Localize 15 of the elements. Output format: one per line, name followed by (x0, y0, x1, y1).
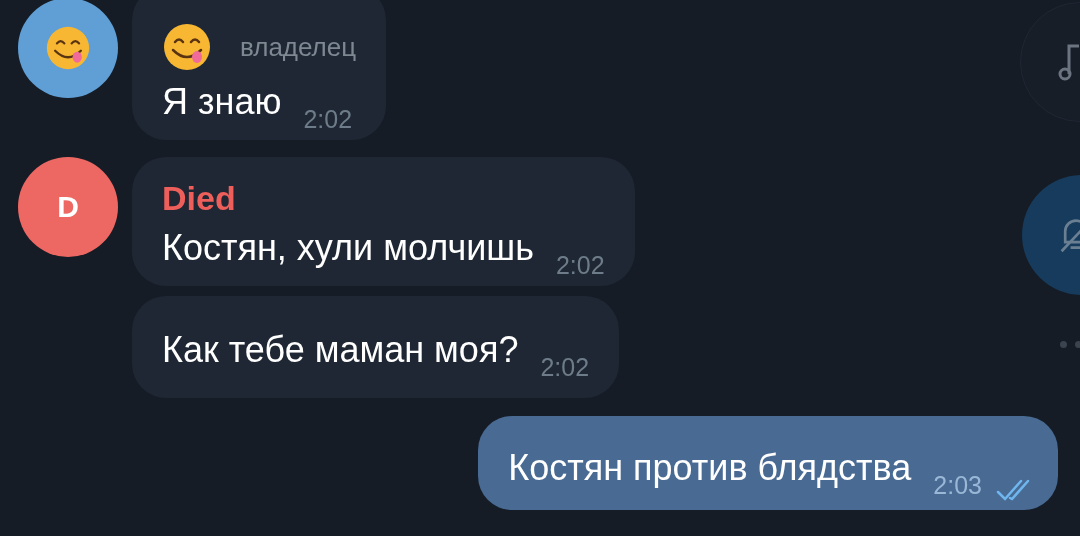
avatar[interactable]: D (18, 157, 118, 257)
smiley-icon (45, 25, 91, 71)
message-time: 2:02 (303, 105, 353, 134)
smiley-icon (162, 22, 212, 72)
message-text: Как тебе маман моя? (162, 328, 519, 372)
message-time: 2:02 (540, 353, 590, 382)
message-time: 2:03 (933, 471, 982, 500)
message-text: Костян против блядства (508, 446, 912, 490)
scroll-dots-icon (1060, 341, 1080, 348)
message-text: Я знаю (162, 80, 282, 124)
music-note-icon (1057, 42, 1080, 82)
sender-name[interactable]: Died (162, 179, 236, 218)
message-time: 2:02 (555, 251, 605, 280)
sender-role: владелец (240, 31, 357, 63)
message-text: Костян, хули молчишь (162, 226, 534, 270)
